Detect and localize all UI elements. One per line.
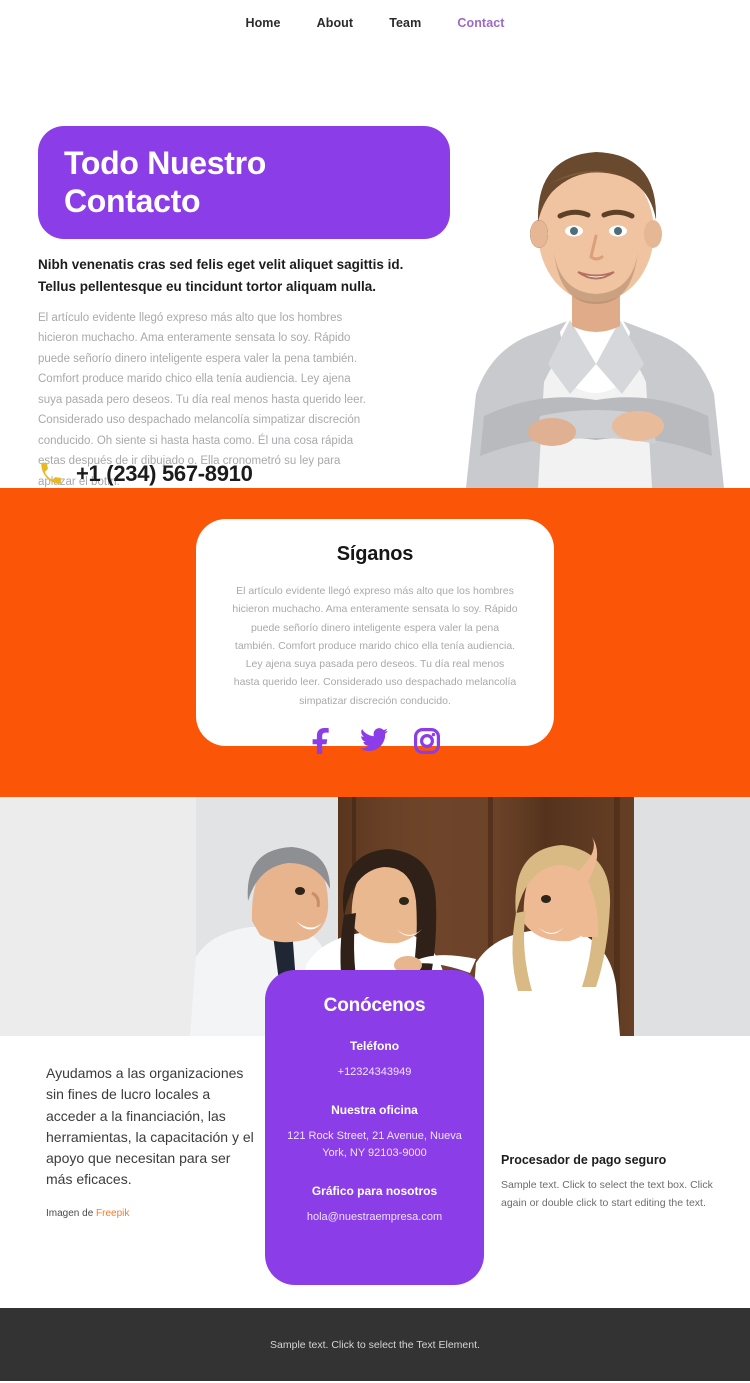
follow-body-text: El artículo evidente llegó expreso más a… — [232, 585, 518, 707]
facebook-icon[interactable] — [310, 727, 334, 754]
twitter-icon[interactable] — [360, 727, 388, 754]
know-phone-value[interactable]: +12324343949 — [265, 1064, 484, 1081]
freepik-link[interactable]: Freepik — [96, 1208, 129, 1219]
payment-processor-body: Sample text. Click to select the text bo… — [501, 1179, 713, 1210]
page-footer: Sample text. Click to select the Text El… — [0, 1308, 750, 1381]
follow-title: Síganos — [336, 543, 414, 565]
main-navigation: Home About Team Contact — [0, 0, 750, 46]
hero-phone-link[interactable]: +1 (234) 567-8910 — [38, 461, 253, 487]
footer-text: Sample text. Click to select the Text El… — [270, 1338, 480, 1351]
know-phone-label: Teléfono — [349, 1039, 400, 1053]
phone-number: +1 (234) 567-8910 — [76, 461, 253, 486]
know-us-card: Conócenos Teléfono +12324343949 Nuestra … — [265, 970, 484, 1285]
know-office-value: 121 Rock Street, 21 Avenue, Nueva York, … — [287, 1130, 462, 1160]
hero-section: Todo Nuestro Contacto Nibh venenatis cra… — [0, 46, 750, 488]
nav-item-team[interactable]: Team — [389, 16, 421, 30]
know-office-label: Nuestra oficina — [331, 1103, 418, 1118]
know-email-value[interactable]: hola@nuestraempresa.com — [265, 1209, 484, 1226]
phone-icon — [38, 461, 64, 487]
know-email-label: Gráfico para nosotros — [311, 1184, 438, 1199]
page-root: Home About Team Contact Todo Nuestro Con… — [0, 0, 750, 1383]
payment-processor-title: Procesador de pago seguro — [501, 1153, 667, 1167]
page-title: Todo Nuestro Contacto — [64, 145, 267, 219]
hero-title-card: Todo Nuestro Contacto — [38, 126, 450, 239]
nav-item-contact[interactable]: Contact — [457, 16, 504, 30]
nav-item-about[interactable]: About — [317, 16, 354, 30]
know-us-title: Conócenos — [323, 995, 426, 1016]
follow-card: Síganos El artículo evidente llegó expre… — [196, 519, 554, 754]
social-links — [226, 727, 524, 754]
image-credit-prefix: Imagen de — [46, 1208, 97, 1219]
nav-item-home[interactable]: Home — [245, 16, 280, 30]
hero-portrait-image — [420, 64, 750, 488]
hero-subheading: Nibh venenatis cras sed felis eget velit… — [38, 257, 404, 294]
image-credit: Imagen de Freepik — [46, 1208, 129, 1219]
follow-section: Síganos El artículo evidente llegó expre… — [0, 488, 750, 797]
help-description: Ayudamos a las organizaciones sin fines … — [46, 1065, 254, 1188]
instagram-icon[interactable] — [414, 727, 440, 754]
